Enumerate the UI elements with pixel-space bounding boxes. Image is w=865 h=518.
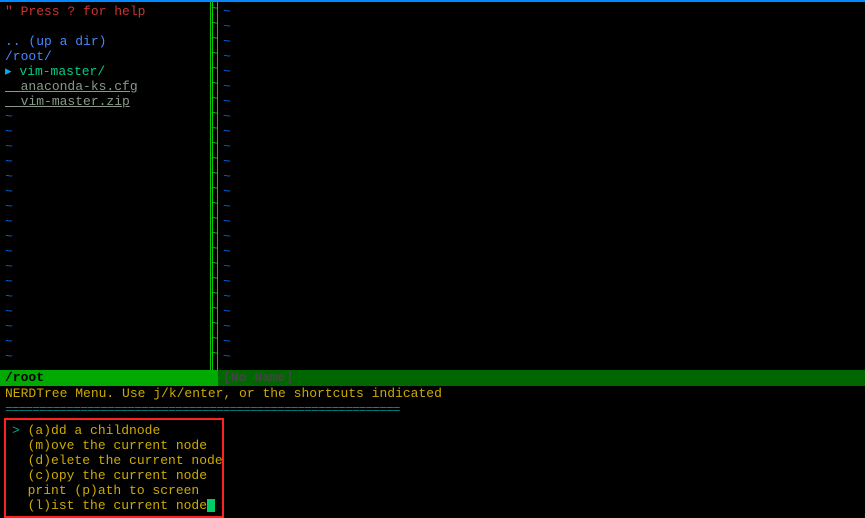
empty-line: ~ [223,64,860,79]
nerdtree-pane[interactable]: " Press ? for help .. (up a dir) /root/ … [0,2,210,370]
empty-line: ~ [5,244,205,259]
empty-line: ~ [223,319,860,334]
empty-line: ~ [223,304,860,319]
divider-tilde: ~ [211,77,217,92]
empty-line: ~ [223,334,860,349]
menu-item-move[interactable]: (m)ove the current node [12,438,216,453]
cursor-icon [207,499,215,512]
menu-item-delete[interactable]: (d)elete the current node [12,453,216,468]
empty-line: ~ [223,214,860,229]
divider-tilde: ~ [211,2,217,17]
empty-line: ~ [223,49,860,64]
divider-tilde: ~ [211,317,217,332]
divider-tilde: ~ [211,212,217,227]
tree-folder-name: vim-master/ [19,64,105,79]
menu-item-path[interactable]: print (p)ath to screen [12,483,216,498]
up-dir[interactable]: .. (up a dir) [5,34,205,49]
empty-line: ~ [223,34,860,49]
empty-line: ~ [5,139,205,154]
menu-separator: ========================================… [0,402,865,416]
empty-line: ~ [5,334,205,349]
menu-selected-icon: > [12,423,20,438]
split-divider[interactable]: ~ ~ ~ ~ ~ ~ ~ ~ ~ ~ ~ ~ ~ ~ ~ ~ ~ ~ ~ ~ … [210,2,218,370]
empty-line: ~ [5,289,205,304]
divider-tilde: ~ [211,272,217,287]
divider-tilde: ~ [211,347,217,362]
empty-line: ~ [223,4,860,19]
divider-tilde: ~ [211,122,217,137]
empty-line: ~ [5,274,205,289]
divider-tilde: ~ [211,182,217,197]
empty-line: ~ [223,139,860,154]
empty-line: ~ [223,244,860,259]
empty-line: ~ [223,229,860,244]
blank [5,19,205,34]
empty-line: ~ [5,154,205,169]
empty-line: ~ [223,169,860,184]
divider-tilde: ~ [211,287,217,302]
empty-line: ~ [223,19,860,34]
status-left: /root [0,370,218,386]
empty-line: ~ [5,304,205,319]
empty-line: ~ [5,259,205,274]
empty-line: ~ [5,214,205,229]
empty-line: ~ [223,154,860,169]
divider-tilde: ~ [211,62,217,77]
divider-tilde: ~ [211,137,217,152]
divider-tilde: ~ [211,32,217,47]
empty-line: ~ [5,349,205,364]
divider-tilde: ~ [211,92,217,107]
menu-item-add[interactable]: > (a)dd a childnode [12,423,216,438]
nerdtree-menu[interactable]: > (a)dd a childnode (m)ove the current n… [4,418,224,518]
status-right: [No Name] [218,370,865,386]
divider-tilde: ~ [211,167,217,182]
empty-line: ~ [223,289,860,304]
empty-line: ~ [5,319,205,334]
tree-file[interactable]: vim-master.zip [5,94,205,109]
menu-item-list[interactable]: (l)ist the current node [12,498,216,513]
menu-prompt: NERDTree Menu. Use j/k/enter, or the sho… [0,386,865,402]
divider-tilde: ~ [211,227,217,242]
editor-pane[interactable]: ~ ~ ~ ~ ~ ~ ~ ~ ~ ~ ~ ~ ~ ~ ~ ~ ~ ~ ~ ~ … [218,2,865,370]
tree-file[interactable]: anaconda-ks.cfg [5,79,205,94]
empty-line: ~ [5,184,205,199]
empty-line: ~ [5,124,205,139]
empty-line: ~ [223,79,860,94]
empty-line: ~ [5,199,205,214]
help-hint: " Press ? for help [5,4,205,19]
divider-tilde: ~ [211,332,217,347]
empty-line: ~ [223,184,860,199]
divider-tilde: ~ [211,197,217,212]
empty-line: ~ [223,274,860,289]
empty-line: ~ [5,109,205,124]
tree-expand-icon: ▸ [5,64,12,79]
tree-folder-row[interactable]: ▸ vim-master/ [5,64,205,79]
divider-tilde: ~ [211,17,217,32]
divider-tilde: ~ [211,47,217,62]
empty-line: ~ [223,109,860,124]
divider-tilde: ~ [211,302,217,317]
divider-tilde: ~ [211,152,217,167]
empty-line: ~ [223,94,860,109]
empty-line: ~ [223,259,860,274]
divider-tilde: ~ [211,257,217,272]
empty-line: ~ [5,229,205,244]
empty-line: ~ [223,124,860,139]
menu-item-copy[interactable]: (c)opy the current node [12,468,216,483]
status-bar: /root [No Name] [0,370,865,386]
terminal-area: " Press ? for help .. (up a dir) /root/ … [0,0,865,370]
divider-tilde: ~ [211,242,217,257]
divider-tilde: ~ [211,107,217,122]
empty-line: ~ [223,199,860,214]
empty-line: ~ [223,349,860,364]
root-path[interactable]: /root/ [5,49,205,64]
empty-line: ~ [5,169,205,184]
